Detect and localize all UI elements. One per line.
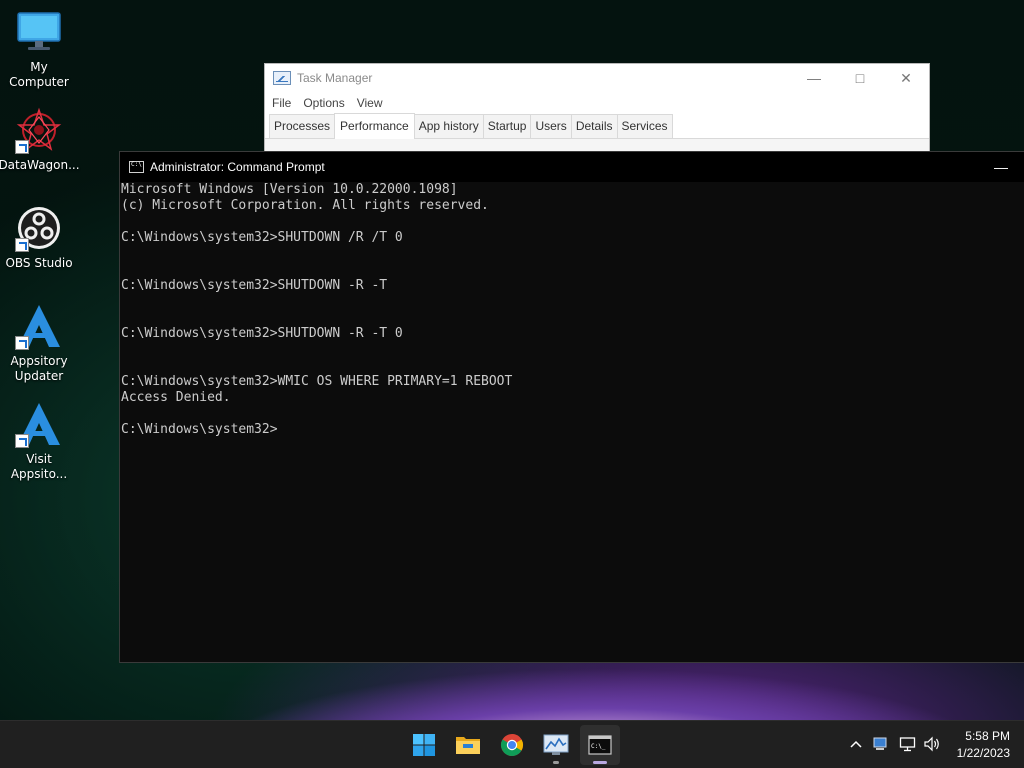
command-prompt-titlebar[interactable]: Administrator: Command Prompt — [120, 152, 1024, 182]
task-manager-titlebar[interactable]: Task Manager — □ ✕ [265, 64, 929, 92]
shortcut-arrow-icon [15, 434, 29, 448]
speaker-volume-icon[interactable] [923, 735, 941, 753]
desktop-icon-appsitory-updater[interactable]: Appsitory Updater [0, 302, 78, 384]
maximize-button[interactable]: □ [837, 64, 883, 92]
file-explorer-icon [456, 737, 480, 754]
desktop-icon-datawagon[interactable]: DataWagon... [0, 106, 80, 173]
tab-performance[interactable]: Performance [334, 113, 415, 139]
desktop-background: My Computer DataWagon... OBS Studio Apps… [0, 0, 1024, 720]
console-line: Access Denied. [121, 390, 231, 405]
minimize-button[interactable]: — [791, 64, 837, 92]
taskbar-chrome[interactable] [492, 725, 532, 765]
window-title: Task Manager [297, 71, 373, 85]
desktop-icon-label: Visit Appsito... [10, 452, 68, 481]
console-line: (c) Microsoft Corporation. All rights re… [121, 198, 489, 213]
console-line: C:\Windows\system32>SHUTDOWN -R -T 0 [121, 326, 403, 341]
taskbar-command-prompt[interactable]: C:\_ [580, 725, 620, 765]
command-prompt-window[interactable]: Administrator: Command Prompt — Microsof… [120, 152, 1024, 662]
display-network-icon[interactable] [899, 735, 917, 753]
tab-services[interactable]: Services [616, 114, 673, 138]
command-prompt-icon [129, 161, 144, 173]
window-title: Administrator: Command Prompt [150, 160, 325, 174]
console-line: Microsoft Windows [Version 10.0.22000.10… [121, 182, 458, 197]
console-output[interactable]: Microsoft Windows [Version 10.0.22000.10… [120, 182, 1024, 438]
desktop-icon-obs-studio[interactable]: OBS Studio [0, 204, 78, 271]
shortcut-arrow-icon [15, 140, 29, 154]
taskbar-file-explorer[interactable] [448, 725, 488, 765]
menu-file[interactable]: File [272, 96, 291, 110]
console-line: C:\Windows\system32>SHUTDOWN /R /T 0 [121, 230, 403, 245]
desktop-icon-my-computer[interactable]: My Computer [0, 8, 78, 90]
start-button[interactable] [404, 725, 444, 765]
chevron-up-icon[interactable] [847, 735, 865, 753]
console-line: C:\Windows\system32> [121, 422, 278, 437]
desktop-icon-label: My Computer [9, 60, 69, 89]
obs-icon [15, 204, 63, 252]
close-button[interactable]: ✕ [883, 64, 929, 92]
clock-time: 5:58 PM [965, 729, 1010, 743]
active-indicator [593, 761, 607, 764]
tab-app-history[interactable]: App history [413, 114, 484, 138]
system-clock[interactable]: 5:58 PM 1/22/2023 [957, 728, 1010, 762]
task-manager-icon [273, 71, 291, 85]
task-manager-window[interactable]: Task Manager — □ ✕ File Options View Pro… [265, 64, 929, 157]
shortcut-arrow-icon [15, 238, 29, 252]
task-manager-menubar: File Options View [265, 92, 929, 114]
tab-startup[interactable]: Startup [482, 114, 532, 138]
console-line: C:\Windows\system32>WMIC OS WHERE PRIMAR… [121, 374, 513, 389]
taskbar: C:\_ 5:58 PM 1/22/2023 [0, 720, 1024, 768]
task-manager-icon [543, 734, 569, 755]
menu-view[interactable]: View [357, 96, 383, 110]
datawagon-icon [15, 106, 63, 154]
appsitory-icon [15, 400, 63, 448]
taskbar-task-manager[interactable] [536, 725, 576, 765]
appsitory-icon [15, 302, 63, 350]
network-adapter-icon[interactable] [871, 735, 889, 753]
task-manager-tabs: Processes Performance App history Startu… [265, 113, 929, 139]
running-indicator [553, 761, 559, 764]
shortcut-arrow-icon [15, 336, 29, 350]
start-icon [413, 734, 435, 756]
command-prompt-icon: C:\_ [588, 735, 612, 755]
svg-text:C:\_: C:\_ [591, 743, 606, 750]
clock-date: 1/22/2023 [956, 746, 1010, 760]
chrome-icon [501, 734, 523, 756]
console-line: C:\Windows\system32>SHUTDOWN -R -T [121, 278, 388, 293]
desktop-icon-label: Appsitory Updater [10, 354, 68, 383]
menu-options[interactable]: Options [303, 96, 344, 110]
monitor-icon [15, 8, 63, 56]
desktop-icon-label: OBS Studio [5, 256, 73, 270]
tab-users[interactable]: Users [530, 114, 572, 138]
desktop-icon-label: DataWagon... [0, 158, 80, 172]
tab-details[interactable]: Details [570, 114, 618, 138]
tab-processes[interactable]: Processes [269, 114, 336, 138]
desktop-icon-visit-appsitory[interactable]: Visit Appsito... [0, 400, 78, 482]
minimize-button[interactable]: — [978, 159, 1024, 175]
